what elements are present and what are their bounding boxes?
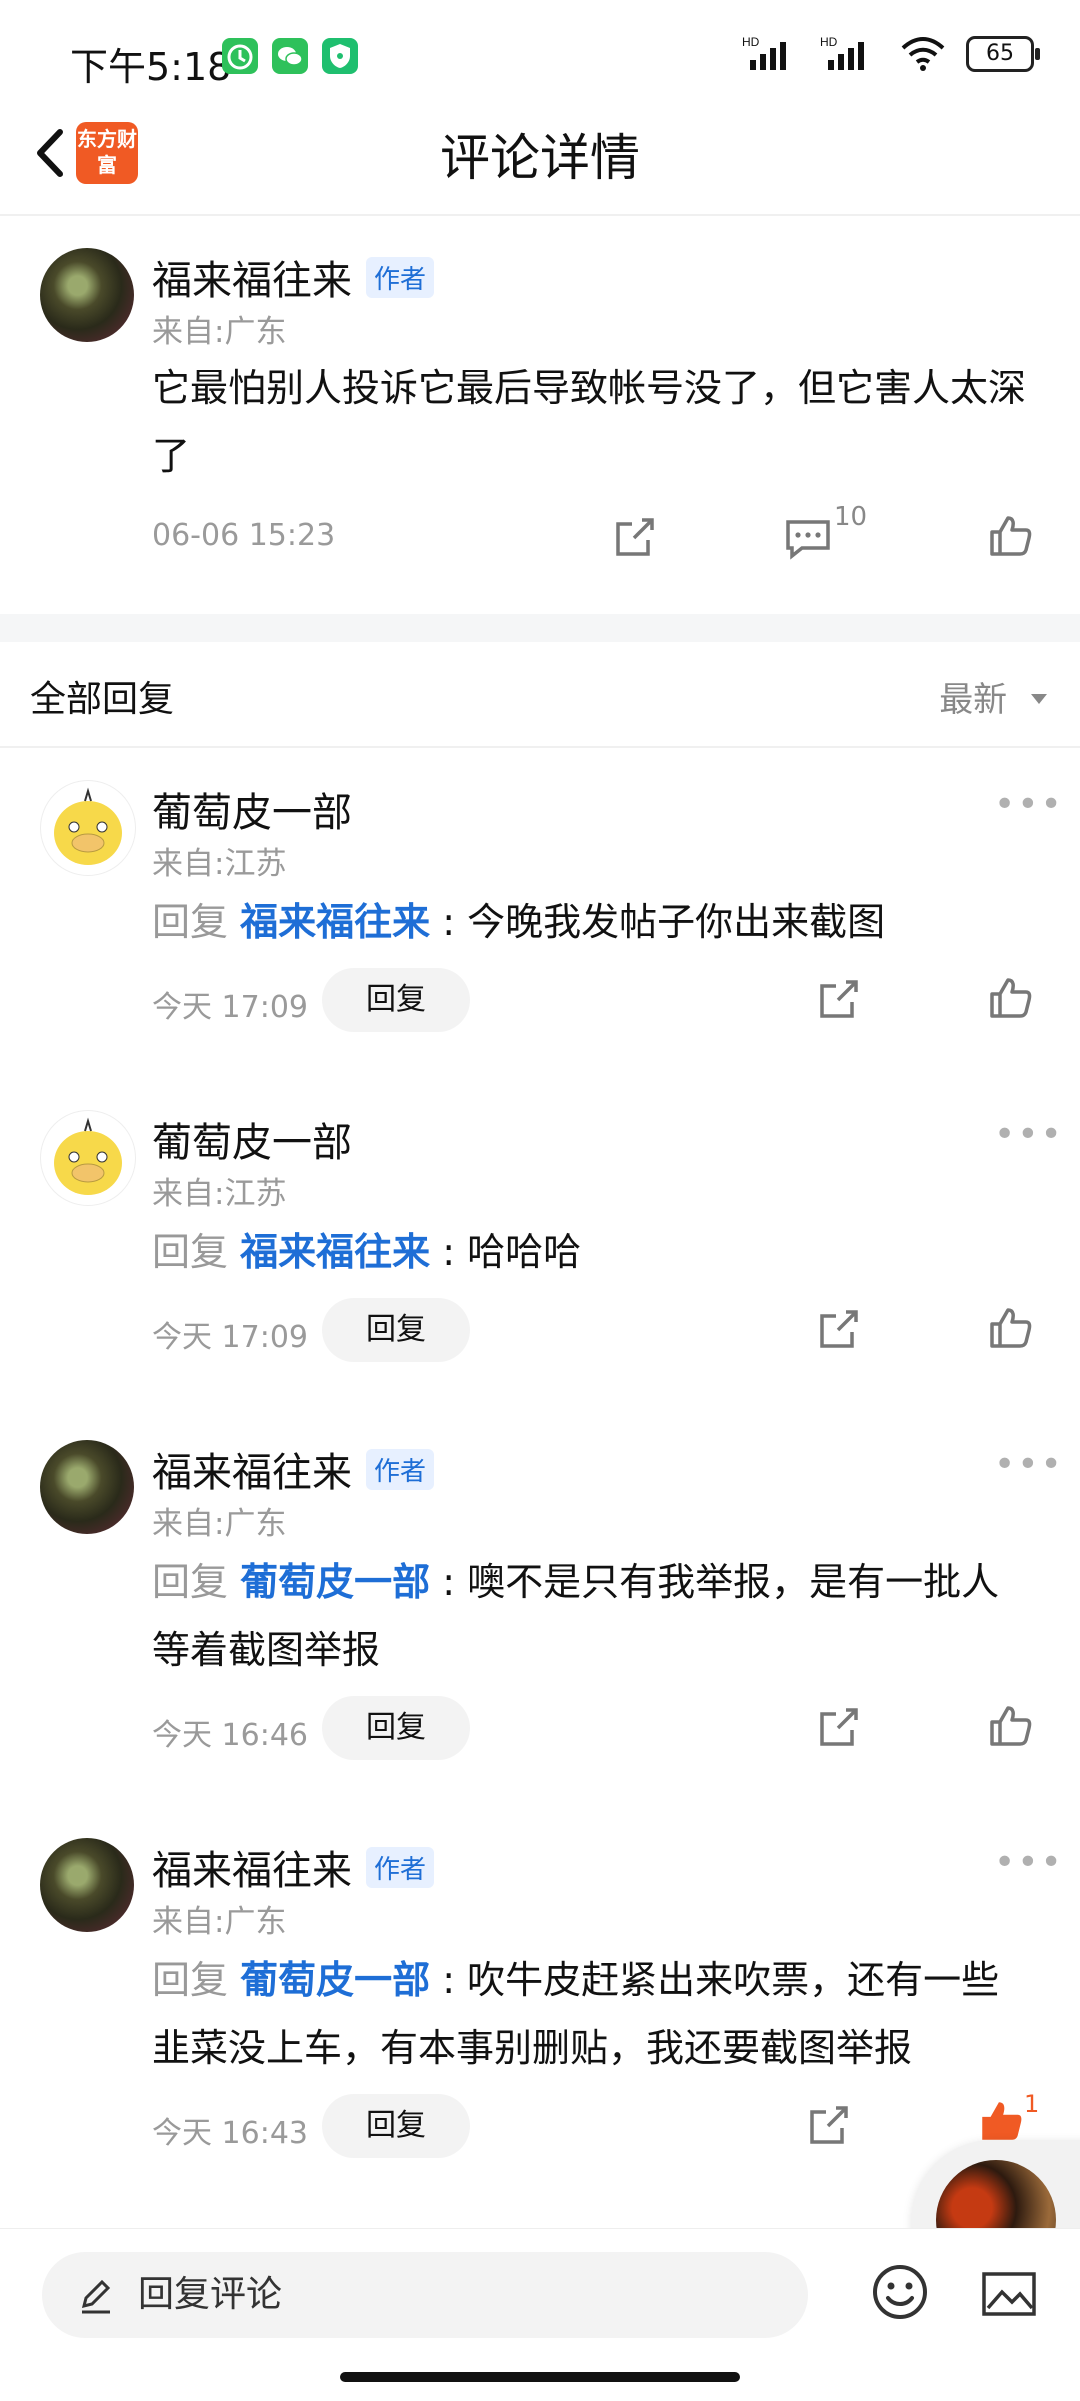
reply-time: 今天 16:46 (152, 1718, 308, 1753)
sort-label: 最新 (939, 680, 1008, 720)
status-time: 下午5:18 (70, 45, 232, 89)
reply-button[interactable]: 回复 (322, 968, 470, 1032)
author-name[interactable]: 福来福往来 (152, 258, 352, 304)
status-notification-icons (222, 38, 358, 74)
reply-text: 今晚我发帖子你出来截图 (467, 900, 886, 944)
reply-content: 回复 葡萄皮一部 : 噢不是只有我举报，是有一批人等着截图举报 (152, 1560, 1000, 1672)
reply-target-link[interactable]: 葡萄皮一部 (240, 1958, 430, 2002)
emoji-icon[interactable] (870, 2262, 930, 2326)
reply-author[interactable]: 福来福往来 作者 (152, 1440, 435, 1498)
reply-content: 回复 葡萄皮一部 : 吹牛皮赶紧出来吹票，还有一些韭菜没上车，有本事别删贴，我还… (152, 1958, 1000, 2070)
reply-time: 今天 17:09 (152, 1320, 308, 1355)
section-divider (0, 614, 1080, 642)
reply-prefix: 回复 (152, 900, 229, 944)
like-count: 1 (1024, 2090, 1040, 2118)
location-label: 来自:江苏 (152, 1176, 287, 1212)
share-icon[interactable] (816, 1306, 862, 1356)
avatar[interactable] (40, 780, 136, 876)
location-label: 来自:广东 (152, 1904, 287, 1940)
author-badge: 作者 (366, 257, 435, 298)
duck-avatar-icon (54, 787, 122, 865)
more-options-icon[interactable]: ••• (994, 1842, 1064, 1883)
more-options-icon[interactable]: ••• (994, 784, 1064, 825)
status-right-icons: HD HD 65 (742, 34, 1040, 74)
location-label: 来自:广东 (152, 1506, 287, 1542)
svg-text:HD: HD (742, 35, 760, 49)
reply-prefix: 回复 (152, 1560, 229, 1604)
more-options-icon[interactable]: ••• (994, 1444, 1064, 1485)
pencil-icon (76, 2276, 116, 2320)
share-icon[interactable] (816, 976, 862, 1026)
comment-count: 10 (834, 502, 868, 532)
location-label: 来自:江苏 (152, 846, 287, 882)
avatar[interactable] (40, 1838, 134, 1932)
author-name[interactable]: 福来福往来 (152, 1848, 352, 1894)
reply-time: 今天 16:43 (152, 2116, 308, 2151)
comment-time: 06-06 15:23 (152, 518, 336, 553)
like-filled-icon (982, 2102, 1022, 2140)
header-divider (0, 214, 1080, 216)
comment-count-button[interactable]: 10 (784, 502, 867, 566)
shield-icon (322, 38, 358, 74)
like-icon[interactable] (986, 512, 1034, 564)
reply-comment-input[interactable]: 回复评论 (42, 2252, 808, 2338)
reply-time: 今天 17:09 (152, 990, 308, 1025)
main-comment-author[interactable]: 福来福往来 作者 (152, 248, 435, 306)
reply-text: 哈哈哈 (467, 1230, 582, 1274)
reply-target-link[interactable]: 福来福往来 (240, 1230, 430, 1274)
signal-icon: HD (742, 35, 786, 70)
reply-prefix: 回复 (152, 1230, 229, 1274)
replies-divider (0, 746, 1080, 748)
reply-content: 回复 福来福往来 : 哈哈哈 (152, 1230, 582, 1274)
svg-text:HD: HD (820, 35, 838, 49)
reply-button[interactable]: 回复 (322, 2094, 470, 2158)
wechat-icon (272, 38, 308, 74)
reply-author[interactable]: 葡萄皮一部 (152, 780, 352, 838)
author-badge: 作者 (366, 1847, 435, 1888)
battery-indicator: 65 (966, 36, 1040, 72)
share-icon[interactable] (612, 514, 658, 564)
location-label: 来自:广东 (152, 314, 287, 350)
reply-target-link[interactable]: 福来福往来 (240, 900, 430, 944)
avatar[interactable] (40, 248, 134, 342)
alarm-icon (222, 38, 258, 74)
caret-down-icon (1031, 694, 1047, 704)
reply-author[interactable]: 葡萄皮一部 (152, 1110, 352, 1168)
all-replies-title: 全部回复 (30, 679, 175, 720)
comment-icon (786, 520, 830, 560)
author-name[interactable]: 福来福往来 (152, 1450, 352, 1496)
duck-avatar-icon (54, 1117, 122, 1195)
like-icon[interactable] (986, 974, 1034, 1026)
reply-button[interactable]: 回复 (322, 1298, 470, 1362)
share-icon[interactable] (806, 2102, 852, 2152)
avatar[interactable] (40, 1440, 134, 1534)
signal-icon-2: HD (820, 35, 864, 70)
wifi-icon (901, 37, 945, 71)
share-icon[interactable] (816, 1704, 862, 1754)
like-icon[interactable] (986, 1702, 1034, 1754)
reply-content: 回复 福来福往来 : 今晚我发帖子你出来截图 (152, 900, 886, 944)
home-indicator[interactable] (340, 2372, 740, 2382)
avatar[interactable] (40, 1110, 136, 1206)
page-title: 评论详情 (440, 129, 640, 187)
reply-author[interactable]: 福来福往来 作者 (152, 1838, 435, 1896)
more-options-icon[interactable]: ••• (994, 1114, 1064, 1155)
reply-button[interactable]: 回复 (322, 1696, 470, 1760)
sort-dropdown[interactable]: 最新 (939, 672, 1050, 721)
author-badge: 作者 (366, 1449, 435, 1490)
image-icon[interactable] (980, 2268, 1038, 2324)
reply-target-link[interactable]: 葡萄皮一部 (240, 1560, 430, 1604)
main-comment-content: 它最怕别人投诉它最后导致帐号没了，但它害人太深了 (152, 366, 1027, 478)
like-icon[interactable] (986, 1304, 1034, 1356)
reply-prefix: 回复 (152, 1958, 229, 2002)
